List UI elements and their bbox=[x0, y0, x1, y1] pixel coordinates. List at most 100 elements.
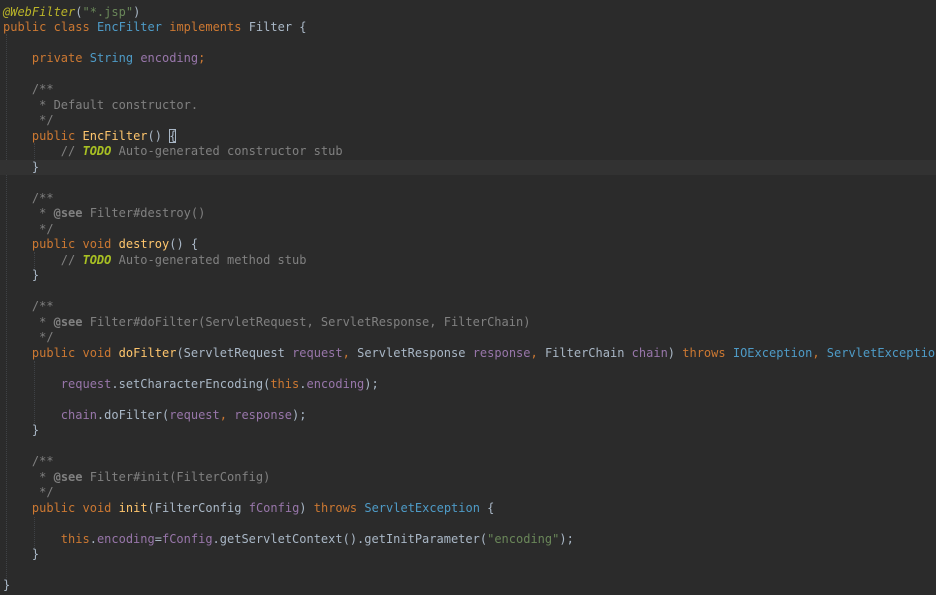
code-line[interactable]: public class EncFilter implements Filter… bbox=[0, 20, 936, 36]
code-token: void bbox=[82, 237, 112, 251]
code-token: request bbox=[60, 376, 112, 391]
code-token: chain bbox=[631, 345, 668, 360]
code-line[interactable]: */ bbox=[0, 485, 936, 501]
code-token: private bbox=[31, 51, 83, 65]
code-editor[interactable]: @WebFilter("*.jsp") public class EncFilte… bbox=[0, 0, 936, 595]
code-line[interactable] bbox=[0, 516, 936, 532]
code-token: throws bbox=[313, 500, 358, 515]
code-line[interactable]: this.encoding=fConfig.getServletContext(… bbox=[0, 532, 936, 548]
code-line[interactable] bbox=[0, 175, 936, 191]
code-token: */ bbox=[31, 330, 54, 344]
code-token: request bbox=[292, 345, 343, 360]
code-token: * bbox=[31, 206, 54, 220]
code-line[interactable]: */ bbox=[0, 113, 936, 129]
code-token: } bbox=[3, 547, 40, 561]
code-token: void bbox=[82, 500, 112, 515]
code-line[interactable]: } bbox=[0, 268, 936, 284]
code-token: TODO bbox=[82, 144, 112, 158]
code-token: ); bbox=[292, 407, 307, 422]
code-line[interactable]: private String encoding; bbox=[0, 51, 936, 67]
code-line[interactable]: /** bbox=[0, 299, 936, 315]
code-line[interactable]: } bbox=[0, 423, 936, 439]
code-line[interactable]: * Default constructor. bbox=[0, 98, 936, 114]
code-token: @see bbox=[53, 469, 83, 484]
code-token: ) bbox=[667, 345, 683, 360]
code-token: . bbox=[89, 531, 97, 546]
code-token: ServletRequest bbox=[183, 345, 285, 360]
code-line[interactable]: } bbox=[0, 547, 936, 563]
code-token: , bbox=[530, 345, 545, 360]
code-line[interactable]: } bbox=[0, 578, 936, 594]
code-token: { bbox=[479, 500, 495, 515]
code-line[interactable]: // TODO Auto-generated constructor stub bbox=[0, 144, 936, 160]
code-line[interactable]: public void doFilter(ServletRequest requ… bbox=[0, 346, 936, 362]
code-line[interactable]: */ bbox=[0, 330, 936, 346]
code-line[interactable] bbox=[0, 392, 936, 408]
code-token: . bbox=[111, 376, 119, 391]
code-token: ); bbox=[559, 531, 574, 546]
code-line[interactable]: * @see Filter#destroy() bbox=[0, 206, 936, 222]
code-token: encoding bbox=[96, 531, 155, 546]
code-token: TODO bbox=[82, 252, 112, 267]
code-line[interactable] bbox=[0, 439, 936, 455]
code-line[interactable]: public EncFilter() { bbox=[0, 128, 936, 145]
code-line[interactable]: // TODO Auto-generated method stub bbox=[0, 253, 936, 269]
code-line[interactable]: /** bbox=[0, 191, 936, 207]
code-token: * Default constructor. bbox=[31, 97, 199, 112]
code-line[interactable]: @WebFilter("*.jsp") bbox=[0, 5, 936, 21]
code-token: @WebFilter bbox=[3, 4, 76, 19]
code-line[interactable]: * @see Filter#init(FilterConfig) bbox=[0, 470, 936, 486]
code-token: request bbox=[169, 407, 220, 422]
code-token: // bbox=[60, 252, 83, 267]
code-token: this bbox=[60, 531, 90, 546]
code-token: this bbox=[270, 376, 300, 391]
code-token: * bbox=[31, 314, 54, 329]
code-token: chain bbox=[60, 407, 97, 422]
code-line[interactable] bbox=[0, 67, 936, 83]
code-token: } bbox=[3, 423, 40, 437]
code-token: String bbox=[89, 51, 134, 65]
code-token: public bbox=[31, 345, 76, 360]
code-line[interactable]: public void destroy() { bbox=[0, 237, 936, 253]
code-line[interactable]: /** bbox=[0, 82, 936, 98]
code-token: /** bbox=[31, 82, 54, 96]
code-line[interactable] bbox=[0, 36, 936, 52]
code-line[interactable]: */ bbox=[0, 222, 936, 238]
code-line[interactable] bbox=[0, 284, 936, 300]
code-line[interactable]: } bbox=[0, 159, 936, 175]
code-token: setCharacterEncoding( bbox=[118, 376, 271, 391]
code-token: Filter bbox=[248, 20, 293, 34]
code-token: ) bbox=[133, 4, 141, 19]
code-token: .getServletContext().getInitParameter( bbox=[212, 531, 488, 546]
code-line[interactable] bbox=[0, 361, 936, 377]
code-line[interactable]: chain.doFilter(request, response); bbox=[0, 408, 936, 424]
code-line[interactable]: public void init(FilterConfig fConfig) t… bbox=[0, 501, 936, 517]
code-line[interactable]: request.setCharacterEncoding(this.encodi… bbox=[0, 377, 936, 393]
code-token: throws bbox=[682, 345, 726, 360]
code-line[interactable]: /** bbox=[0, 454, 936, 470]
code-line[interactable] bbox=[0, 563, 936, 579]
code-token: ( bbox=[176, 345, 184, 360]
code-token: @see bbox=[53, 206, 83, 220]
code-token: public bbox=[31, 500, 76, 515]
code-token: Filter#destroy() bbox=[82, 206, 206, 220]
code-line[interactable]: * @see Filter#doFilter(ServletRequest, S… bbox=[0, 315, 936, 331]
code-token: fConfig bbox=[248, 500, 300, 515]
